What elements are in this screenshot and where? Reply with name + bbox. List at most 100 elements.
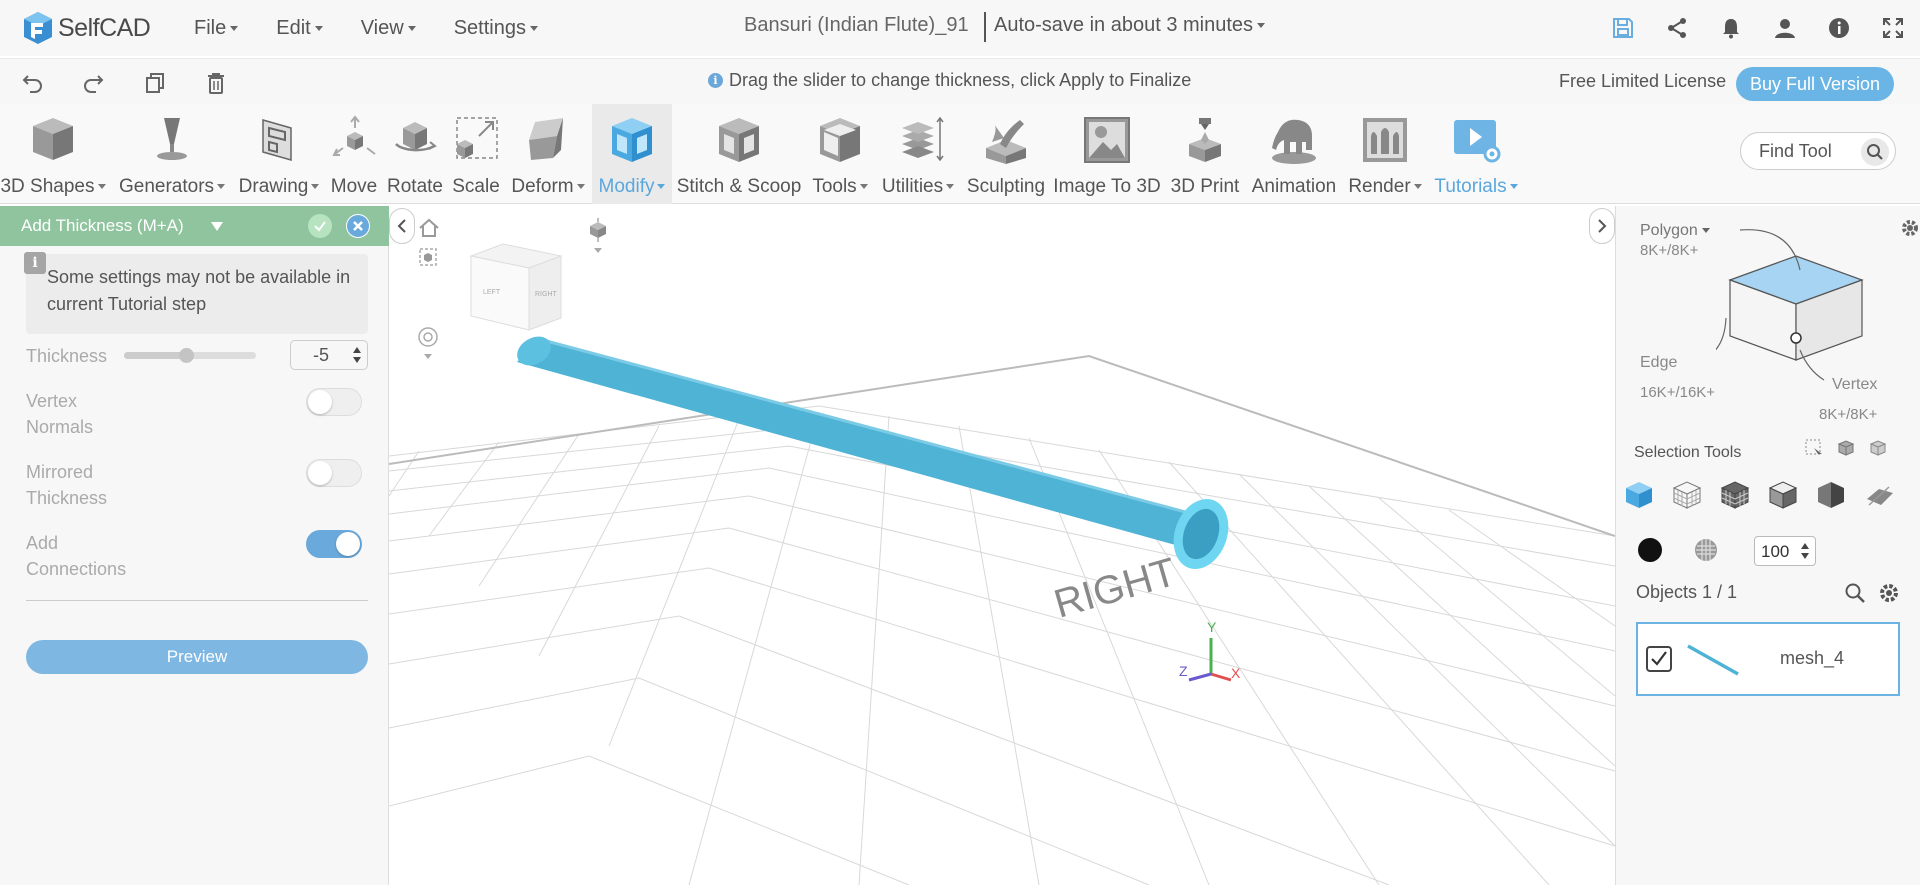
tool-modify[interactable]: Modify bbox=[592, 104, 672, 204]
solid-select-icon[interactable] bbox=[1622, 478, 1656, 512]
tool-move[interactable]: Move bbox=[326, 104, 382, 204]
polygon-mode[interactable]: Polygon bbox=[1640, 222, 1710, 240]
collapse-right-panel-button[interactable] bbox=[1589, 208, 1615, 244]
tool-image-to-3d[interactable]: Image To 3D bbox=[1052, 104, 1162, 204]
perspective-icon[interactable] bbox=[417, 246, 439, 268]
find-tool-input[interactable] bbox=[1759, 141, 1859, 162]
object-name: mesh_4 bbox=[1780, 648, 1845, 668]
tool-rotate[interactable]: Rotate bbox=[384, 104, 446, 204]
utilities-icon bbox=[902, 116, 944, 162]
share-icon[interactable] bbox=[1650, 12, 1704, 44]
main-menu: File Edit View Settings bbox=[194, 17, 576, 40]
mirrored-thickness-toggle[interactable] bbox=[306, 459, 362, 487]
tool-render[interactable]: Render bbox=[1342, 104, 1428, 204]
stepper-arrows-icon[interactable] bbox=[353, 347, 361, 363]
selection-tools-title: Selection Tools bbox=[1634, 444, 1742, 461]
tool-3d-print[interactable]: 3D Print bbox=[1164, 104, 1246, 204]
tool-deform[interactable]: Deform bbox=[506, 104, 590, 204]
buy-full-version-button[interactable]: Buy Full Version bbox=[1736, 67, 1894, 101]
document-title[interactable]: Bansuri (Indian Flute)_91 bbox=[744, 14, 969, 37]
stepper-arrows-icon[interactable] bbox=[1801, 543, 1809, 559]
logo[interactable]: SelfCAD bbox=[20, 10, 160, 46]
autosave-status[interactable]: Auto-save in about 3 minutes bbox=[994, 14, 1265, 37]
tool-3d-shapes[interactable]: 3D Shapes bbox=[0, 104, 106, 204]
copy-icon[interactable] bbox=[141, 69, 169, 97]
apply-check-icon[interactable] bbox=[308, 214, 332, 238]
menu-file[interactable]: File bbox=[194, 17, 238, 40]
flute-mesh[interactable] bbox=[512, 331, 1238, 577]
home-view-icon[interactable] bbox=[417, 216, 441, 240]
orbit-icon[interactable] bbox=[417, 326, 439, 362]
object-select-icon[interactable] bbox=[1766, 478, 1800, 512]
move-icon bbox=[332, 115, 376, 156]
thickness-stepper[interactable] bbox=[290, 340, 368, 370]
tool-utilities[interactable]: Utilities bbox=[876, 104, 960, 204]
tool-tools[interactable]: Tools bbox=[806, 104, 874, 204]
add-connections-toggle[interactable] bbox=[306, 530, 362, 558]
camera-cube-icon[interactable] bbox=[585, 216, 611, 256]
save-icon[interactable] bbox=[1596, 12, 1650, 44]
tool-drawing[interactable]: Drawing bbox=[234, 104, 324, 204]
object-visibility-checkbox[interactable] bbox=[1646, 646, 1672, 672]
axis-z-label: Z bbox=[1179, 663, 1188, 679]
deselect-icon[interactable] bbox=[1868, 438, 1888, 458]
tool-tutorials[interactable]: Tutorials bbox=[1430, 104, 1522, 204]
texture-swatch-icon[interactable] bbox=[1694, 538, 1718, 562]
edge-mode[interactable]: Edge bbox=[1640, 354, 1677, 372]
select-all-icon[interactable] bbox=[1836, 438, 1856, 458]
wire-select-icon[interactable] bbox=[1670, 478, 1704, 512]
slider-knob[interactable] bbox=[179, 348, 195, 363]
opacity-stepper[interactable] bbox=[1754, 536, 1816, 566]
modify-icon bbox=[612, 118, 652, 162]
plane-select-icon[interactable] bbox=[1862, 478, 1896, 512]
vertex-normals-toggle[interactable] bbox=[306, 388, 362, 416]
panel-header: Add Thickness (M+A) bbox=[0, 206, 389, 246]
3d-viewport[interactable]: RIGHT Y X Z LEFT RIGHT bbox=[389, 206, 1615, 885]
axis-gizmo: Y X Z bbox=[1179, 619, 1241, 682]
mirrored-thickness-label: Mirrored Thickness bbox=[26, 462, 108, 508]
opacity-input[interactable] bbox=[1761, 542, 1797, 562]
tool-animation[interactable]: Animation bbox=[1248, 104, 1340, 204]
find-tool-box[interactable] bbox=[1740, 132, 1896, 170]
color-swatch[interactable] bbox=[1638, 538, 1662, 562]
gear-icon[interactable] bbox=[1878, 582, 1900, 604]
thickness-input[interactable] bbox=[299, 345, 343, 366]
undo-icon[interactable] bbox=[19, 69, 47, 97]
menu-edit[interactable]: Edit bbox=[276, 17, 322, 40]
box-select-icon[interactable] bbox=[1804, 438, 1824, 458]
user-icon[interactable] bbox=[1758, 12, 1812, 44]
divider bbox=[26, 600, 368, 601]
redo-icon[interactable] bbox=[79, 69, 107, 97]
collapse-triangle-icon[interactable] bbox=[211, 222, 223, 231]
collapse-left-panel-button[interactable] bbox=[389, 208, 415, 244]
hint-bar: i Drag the slider to change thickness, c… bbox=[0, 58, 1920, 104]
view-cube[interactable]: LEFT RIGHT bbox=[469, 243, 563, 331]
face-select-icon[interactable] bbox=[1718, 478, 1752, 512]
info-icon[interactable] bbox=[1812, 12, 1866, 44]
cube-icon bbox=[33, 118, 73, 160]
bell-icon[interactable] bbox=[1704, 12, 1758, 44]
tool-generators[interactable]: Generators bbox=[115, 104, 229, 204]
selection-mode-cube[interactable] bbox=[1716, 220, 1886, 390]
logo-text: SelfCAD bbox=[58, 13, 151, 42]
delete-icon[interactable] bbox=[202, 69, 230, 97]
gear-icon[interactable] bbox=[1900, 218, 1920, 238]
fullscreen-icon[interactable] bbox=[1866, 12, 1920, 44]
render-icon bbox=[1363, 118, 1407, 162]
close-icon[interactable] bbox=[346, 214, 370, 238]
menu-view[interactable]: View bbox=[361, 17, 416, 40]
vertex-normals-label: Vertex Normals bbox=[26, 391, 94, 437]
view-cube-right: RIGHT bbox=[535, 291, 558, 298]
tool-scale[interactable]: Scale bbox=[448, 104, 504, 204]
generators-icon bbox=[157, 118, 187, 160]
search-icon[interactable] bbox=[1861, 138, 1889, 166]
tool-stitch-scoop[interactable]: Stitch & Scoop bbox=[674, 104, 804, 204]
tool-sculpting[interactable]: Sculpting bbox=[962, 104, 1050, 204]
half-select-icon[interactable] bbox=[1814, 478, 1848, 512]
search-icon[interactable] bbox=[1844, 582, 1866, 604]
object-list-item[interactable]: mesh_4 bbox=[1636, 622, 1900, 696]
thickness-slider[interactable] bbox=[124, 348, 256, 363]
scene-canvas[interactable]: RIGHT Y X Z LEFT RIGHT bbox=[389, 206, 1615, 885]
preview-button[interactable]: Preview bbox=[26, 640, 368, 674]
menu-settings[interactable]: Settings bbox=[454, 17, 538, 40]
